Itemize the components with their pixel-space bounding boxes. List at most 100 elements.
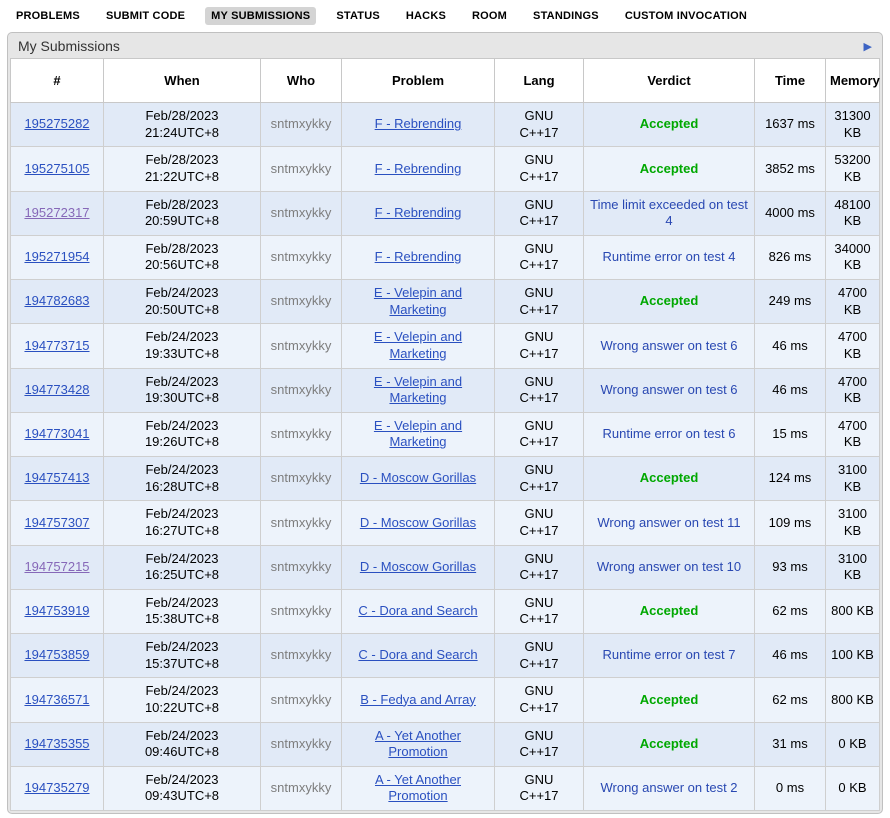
problem-link[interactable]: C - Dora and Search [358,603,477,618]
cell-id: 194757215 [11,545,104,589]
column-header-time: Time [755,59,826,103]
problem-link[interactable]: A - Yet Another Promotion [375,728,461,760]
problem-link[interactable]: A - Yet Another Promotion [375,772,461,804]
exec-time: 1637 ms [765,116,815,131]
problem-link[interactable]: F - Rebrending [375,249,462,264]
cell-verdict: Accepted [584,457,755,501]
cell-problem: C - Dora and Search [342,589,495,633]
cell-problem: A - Yet Another Promotion [342,722,495,766]
table-body: 195275282Feb/28/202321:24UTC+8sntmxykkyF… [11,103,880,811]
problem-link[interactable]: B - Fedya and Array [360,692,476,707]
submission-date: Feb/28/2023 [108,197,256,214]
cell-memory: 53200 KB [826,147,880,191]
submission-row: 194757215Feb/24/202316:25UTC+8sntmxykkyD… [11,545,880,589]
verdict-label: Wrong answer on test 11 [597,515,740,530]
submission-id-link[interactable]: 194736571 [24,692,89,707]
cell-lang: GNU C++17 [495,589,584,633]
cell-id: 194753919 [11,589,104,633]
problem-link[interactable]: C - Dora and Search [358,647,477,662]
problem-link[interactable]: D - Moscow Gorillas [360,515,476,530]
submission-id-link[interactable]: 194773715 [24,338,89,353]
submission-id-link[interactable]: 194735279 [24,780,89,795]
language-label: GNU C++17 [517,152,561,185]
submission-id-link[interactable]: 194735355 [24,736,89,751]
user-handle[interactable]: sntmxykky [271,736,332,751]
submission-id-link[interactable]: 194753919 [24,603,89,618]
cell-problem: D - Moscow Gorillas [342,545,495,589]
user-handle[interactable]: sntmxykky [271,692,332,707]
submission-date: Feb/24/2023 [108,418,256,435]
submission-id-link[interactable]: 195275282 [24,116,89,131]
submission-date: Feb/28/2023 [108,241,256,258]
nav-item-submit-code[interactable]: SUBMIT CODE [100,7,191,25]
user-handle[interactable]: sntmxykky [271,426,332,441]
cell-time: 1637 ms [755,103,826,147]
cell-time: 15 ms [755,412,826,456]
exec-time: 109 ms [769,515,812,530]
user-handle[interactable]: sntmxykky [271,205,332,220]
user-handle[interactable]: sntmxykky [271,249,332,264]
user-handle[interactable]: sntmxykky [271,382,332,397]
user-handle[interactable]: sntmxykky [271,116,332,131]
submission-row: 195271954Feb/28/202320:56UTC+8sntmxykkyF… [11,235,880,279]
submission-id-link[interactable]: 195275105 [24,161,89,176]
submission-id-link[interactable]: 194757307 [24,515,89,530]
submission-id-link[interactable]: 194757413 [24,470,89,485]
nav-item-my-submissions[interactable]: MY SUBMISSIONS [205,7,316,25]
nav-item-problems[interactable]: PROBLEMS [10,7,86,25]
language-label: GNU C++17 [517,506,561,539]
cell-when: Feb/24/202315:37UTC+8 [104,634,261,678]
user-handle[interactable]: sntmxykky [271,603,332,618]
problem-link[interactable]: E - Velepin and Marketing [374,329,462,361]
cell-who: sntmxykky [261,235,342,279]
nav-item-room[interactable]: ROOM [466,7,513,25]
submission-id-link[interactable]: 194782683 [24,293,89,308]
language-label: GNU C++17 [517,639,561,672]
cell-who: sntmxykky [261,545,342,589]
memory-used: 34000 KB [834,241,870,273]
problem-link[interactable]: E - Velepin and Marketing [374,374,462,406]
my-submissions-panel: My Submissions ▶ #WhenWhoProblemLangVerd… [7,32,883,814]
nav-item-custom-invocation[interactable]: CUSTOM INVOCATION [619,7,753,25]
cell-time: 62 ms [755,589,826,633]
submission-id-link[interactable]: 194757215 [24,559,89,574]
exec-time: 62 ms [772,692,807,707]
problem-link[interactable]: F - Rebrending [375,116,462,131]
cell-verdict: Accepted [584,722,755,766]
submission-id-link[interactable]: 195271954 [24,249,89,264]
submission-id-link[interactable]: 194753859 [24,647,89,662]
submission-time: 21:22UTC+8 [108,169,256,186]
user-handle[interactable]: sntmxykky [271,293,332,308]
cell-verdict: Wrong answer on test 11 [584,501,755,545]
problem-link[interactable]: E - Velepin and Marketing [374,285,462,317]
problem-link[interactable]: E - Velepin and Marketing [374,418,462,450]
problem-link[interactable]: D - Moscow Gorillas [360,559,476,574]
submission-id-link[interactable]: 194773041 [24,426,89,441]
user-handle[interactable]: sntmxykky [271,559,332,574]
cell-problem: F - Rebrending [342,235,495,279]
user-handle[interactable]: sntmxykky [271,338,332,353]
nav-item-status[interactable]: STATUS [330,7,386,25]
nav-item-standings[interactable]: STANDINGS [527,7,605,25]
user-handle[interactable]: sntmxykky [271,647,332,662]
collapse-arrow-icon[interactable]: ▶ [864,40,872,53]
problem-link[interactable]: D - Moscow Gorillas [360,470,476,485]
submission-id-link[interactable]: 195272317 [24,205,89,220]
cell-time: 4000 ms [755,191,826,235]
cell-verdict: Runtime error on test 6 [584,412,755,456]
user-handle[interactable]: sntmxykky [271,470,332,485]
problem-link[interactable]: F - Rebrending [375,205,462,220]
nav-item-hacks[interactable]: HACKS [400,7,452,25]
user-handle[interactable]: sntmxykky [271,515,332,530]
column-header-verdict: Verdict [584,59,755,103]
submission-date: Feb/24/2023 [108,728,256,745]
cell-verdict: Runtime error on test 4 [584,235,755,279]
cell-id: 194773041 [11,412,104,456]
cell-verdict: Runtime error on test 7 [584,634,755,678]
submissions-table: #WhenWhoProblemLangVerdictTimeMemory 195… [10,58,880,811]
submission-id-link[interactable]: 194773428 [24,382,89,397]
problem-link[interactable]: F - Rebrending [375,161,462,176]
exec-time: 249 ms [769,293,812,308]
user-handle[interactable]: sntmxykky [271,780,332,795]
user-handle[interactable]: sntmxykky [271,161,332,176]
